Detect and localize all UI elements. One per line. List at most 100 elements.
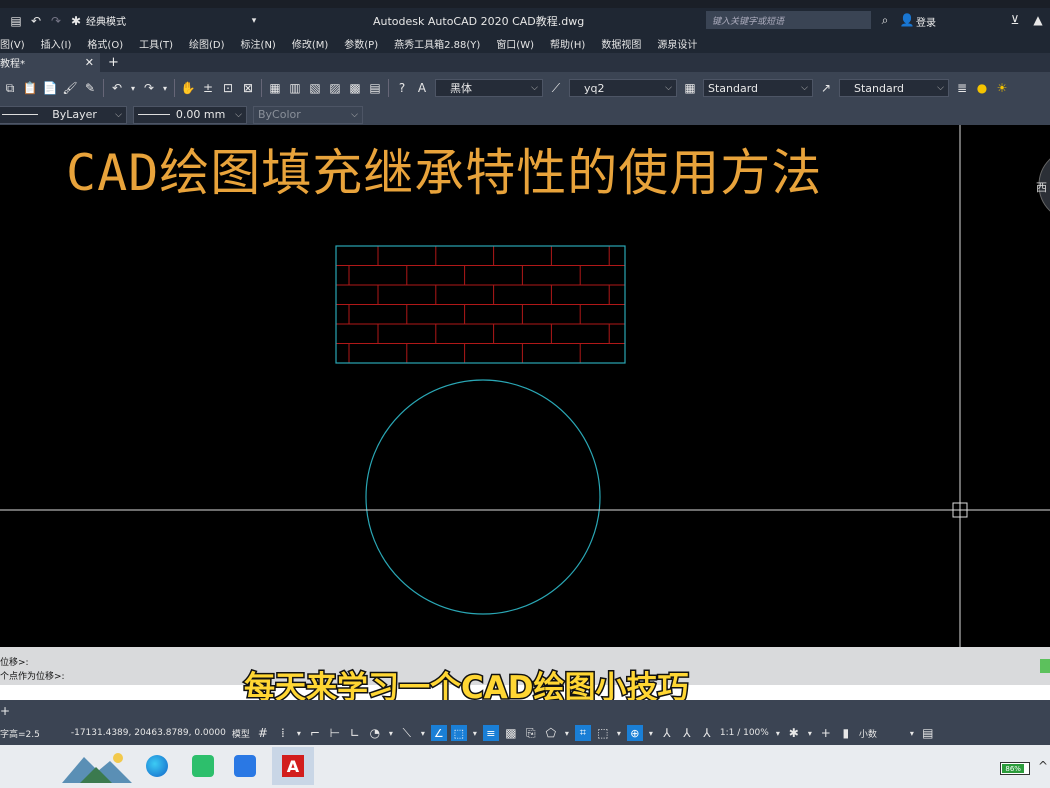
annotation-visibility-icon[interactable]: ⅄ (659, 725, 675, 741)
annotation-scale-icon[interactable]: ⅄ (699, 725, 715, 741)
menu-draw[interactable]: 绘图(D) (189, 36, 225, 51)
chevron-down-icon[interactable]: ▾ (419, 725, 427, 741)
sun-icon[interactable]: ☀ (994, 80, 1010, 96)
multileader-style-combo[interactable]: Standard ⌵ (839, 79, 949, 97)
eraser-icon[interactable]: ✎ (82, 80, 98, 96)
chevron-down-icon[interactable]: ▾ (246, 13, 262, 29)
undo-icon[interactable]: ↶ (109, 80, 125, 96)
search-input[interactable]: 键入关键字或短语 (706, 11, 871, 29)
customize-icon[interactable]: ▤ (920, 725, 936, 741)
menu-insert[interactable]: 插入(I) (41, 36, 72, 51)
battery-indicator[interactable]: 86% (1000, 762, 1030, 775)
chevron-down-icon[interactable]: ▾ (615, 725, 623, 741)
zoom-window-icon[interactable]: ⊡ (220, 80, 236, 96)
tool-palettes-icon[interactable]: ▧ (307, 80, 323, 96)
calculator-icon[interactable]: ▤ (367, 80, 383, 96)
lightbulb-icon[interactable]: ● (974, 80, 990, 96)
grid-icon[interactable]: # (255, 725, 271, 741)
markup-icon[interactable]: ▩ (347, 80, 363, 96)
linetype-combo[interactable]: ByLayer ⌵ (0, 105, 127, 124)
plus-icon[interactable]: + (818, 725, 834, 741)
chevron-down-icon[interactable]: ▾ (129, 80, 137, 96)
menu-dimension[interactable]: 标注(N) (241, 36, 276, 51)
menu-format[interactable]: 格式(O) (87, 36, 123, 51)
3d-osnap-icon[interactable]: ⬠ (543, 725, 559, 741)
chevron-down-icon[interactable]: ▾ (806, 725, 814, 741)
menu-modify[interactable]: 修改(M) (292, 36, 328, 51)
menu-window[interactable]: 窗口(W) (496, 36, 534, 51)
close-icon[interactable]: ✕ (85, 56, 94, 69)
table-style-icon[interactable]: ▦ (682, 80, 698, 96)
login-button[interactable]: 登录 (916, 14, 936, 29)
undo-icon[interactable]: ↶ (28, 13, 44, 29)
paste-icon[interactable]: 📄 (42, 80, 58, 96)
text-style-icon[interactable]: A (414, 80, 430, 96)
dim-style-icon[interactable]: ⟋ (548, 80, 564, 96)
multileader-style-icon[interactable]: ↗ (818, 80, 834, 96)
redo-icon[interactable]: ↷ (141, 80, 157, 96)
landscape-icon[interactable] (62, 749, 132, 783)
redo-icon[interactable]: ↷ (48, 13, 64, 29)
quick-properties-icon[interactable]: ▮ (838, 725, 854, 741)
layer-properties-icon[interactable]: ≣ (954, 80, 970, 96)
coordinates-readout[interactable]: -17131.4389, 20463.8789, 0.0000 (71, 728, 226, 738)
chevron-down-icon[interactable]: ▾ (647, 725, 655, 741)
sheet-set-icon[interactable]: ▨ (327, 80, 343, 96)
menu-tools[interactable]: 工具(T) (139, 36, 173, 51)
user-icon[interactable]: 👤 (899, 12, 915, 28)
chevron-down-icon[interactable]: ▾ (774, 725, 782, 741)
chevron-down-icon[interactable]: ▾ (563, 725, 571, 741)
drawing-canvas[interactable]: CAD绘图填充继承特性的使用方法 西 (0, 125, 1050, 647)
add-layout-icon[interactable]: + (0, 704, 10, 718)
chevron-down-icon[interactable]: ▾ (387, 725, 395, 741)
autodesk-icon[interactable]: ▲ (1030, 12, 1046, 28)
dynamic-input-icon[interactable]: ⊢ (327, 725, 343, 741)
zoom-realtime-icon[interactable]: ± (200, 80, 216, 96)
gear-icon[interactable]: ✱ (68, 13, 84, 29)
transparency-icon[interactable]: ▩ (503, 725, 519, 741)
selection-cycling-icon[interactable]: ⎘ (523, 725, 539, 741)
ortho-icon[interactable]: ∟ (347, 725, 363, 741)
match-properties-icon[interactable]: 🖌 (62, 80, 78, 96)
menu-yanxiu-toolbox[interactable]: 燕秀工具箱2.88(Y) (394, 36, 480, 51)
snap-icon[interactable]: ⁞ (275, 725, 291, 741)
messenger-icon[interactable] (192, 755, 214, 777)
tab-drawing[interactable]: 教程* ✕ (0, 53, 100, 72)
new-tab-icon[interactable]: + (108, 55, 119, 70)
gear-icon[interactable]: ✱ (786, 725, 802, 741)
menu-help[interactable]: 帮助(H) (550, 36, 585, 51)
design-center-icon[interactable]: ▥ (287, 80, 303, 96)
help-icon[interactable]: ? (394, 80, 410, 96)
table-style-combo[interactable]: Standard ⌵ (703, 79, 813, 97)
polar-icon[interactable]: ◔ (367, 725, 383, 741)
menu-parametric[interactable]: 参数(P) (344, 36, 378, 51)
text-style-combo[interactable]: 黑体 ⌵ (435, 79, 543, 97)
annotation-scale-readout[interactable]: 1:1 / 100% (720, 728, 769, 738)
auto-scale-icon[interactable]: ⅄ (679, 725, 695, 741)
lineweight-display-icon[interactable]: ≡ (482, 725, 499, 741)
pan-icon[interactable]: ✋ (180, 80, 196, 96)
menu-view[interactable]: 图(V) (0, 36, 25, 51)
video-editor-icon[interactable] (234, 755, 256, 777)
chevron-down-icon[interactable]: ▾ (471, 725, 479, 741)
plotstyle-combo[interactable]: ByColor ⌵ (253, 105, 363, 124)
lineweight-combo[interactable]: 0.00 mm ⌵ (133, 105, 247, 124)
menu-data-view[interactable]: 数据视图 (601, 36, 641, 51)
autocad-taskbar-icon[interactable]: A (272, 747, 314, 785)
model-space-button[interactable]: 模型 (232, 727, 250, 740)
isodraft-icon[interactable]: ⟍ (399, 725, 415, 741)
chevron-up-icon[interactable]: ^ (1038, 759, 1048, 773)
circle-object[interactable] (365, 379, 601, 615)
units-readout[interactable]: 小数 (859, 727, 877, 740)
gizmo-icon[interactable]: ⊕ (626, 725, 643, 741)
selection-filter-icon[interactable]: ⬚ (595, 725, 611, 741)
brick-hatch-pattern[interactable] (336, 246, 625, 363)
workspace-selector[interactable]: 经典模式 (86, 13, 126, 28)
object-snap-icon[interactable]: ⬚ (450, 725, 467, 741)
cart-icon[interactable]: ⊻ (1007, 12, 1023, 28)
chevron-down-icon[interactable]: ▾ (908, 725, 916, 741)
copy-icon[interactable]: ⧉ (2, 80, 18, 96)
edge-browser-icon[interactable] (146, 755, 168, 777)
viewcube-west-label[interactable]: 西 (1036, 179, 1047, 195)
binoculars-icon[interactable]: ⌕ (877, 12, 893, 28)
